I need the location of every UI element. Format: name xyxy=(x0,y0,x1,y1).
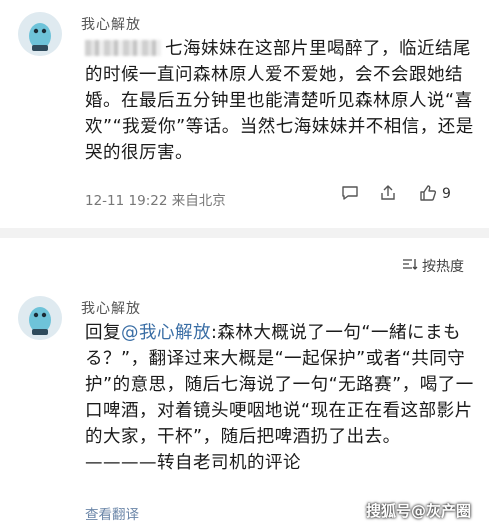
sort-icon xyxy=(402,257,418,275)
section-separator xyxy=(0,228,489,238)
avatar[interactable] xyxy=(18,12,62,56)
reply-username[interactable]: 我心解放 xyxy=(81,298,141,318)
comment-icon[interactable] xyxy=(340,183,360,203)
post-username[interactable]: 我心解放 xyxy=(81,14,141,34)
post-text: 七海妹妹在这部片里喝醉了，临近结尾的时候一直问森林原人爱不爱她，会不会跟她结婚。… xyxy=(85,39,474,163)
post-content: 七海妹妹在这部片里喝醉了，临近结尾的时候一直问森林原人爱不爱她，会不会跟她结婚。… xyxy=(85,36,475,166)
sort-label: 按热度 xyxy=(422,259,464,275)
reply-text: :森林大概说了一句“一緒にまもる？”，翻译过来大概是“一起保护”或者“共同守护”… xyxy=(85,323,474,473)
post-timestamp: 12-11 19:22 来自北京 xyxy=(85,193,226,209)
blurred-mention xyxy=(85,40,161,56)
sort-by-hot-button[interactable]: 按热度 xyxy=(402,256,464,276)
watermark: 搜狐号@灰产圈 xyxy=(366,502,472,520)
reply-content: 回复@我心解放:森林大概说了一句“一緒にまもる？”，翻译过来大概是“一起保护”或… xyxy=(85,320,475,476)
translate-link[interactable]: 查看翻译 xyxy=(85,503,139,523)
like-icon[interactable] xyxy=(418,183,438,203)
share-icon[interactable] xyxy=(378,183,398,203)
reply-prefix: 回复 xyxy=(85,323,121,343)
mention-link[interactable]: @我心解放 xyxy=(121,323,211,343)
avatar[interactable] xyxy=(18,296,62,340)
like-count: 9 xyxy=(442,186,451,202)
